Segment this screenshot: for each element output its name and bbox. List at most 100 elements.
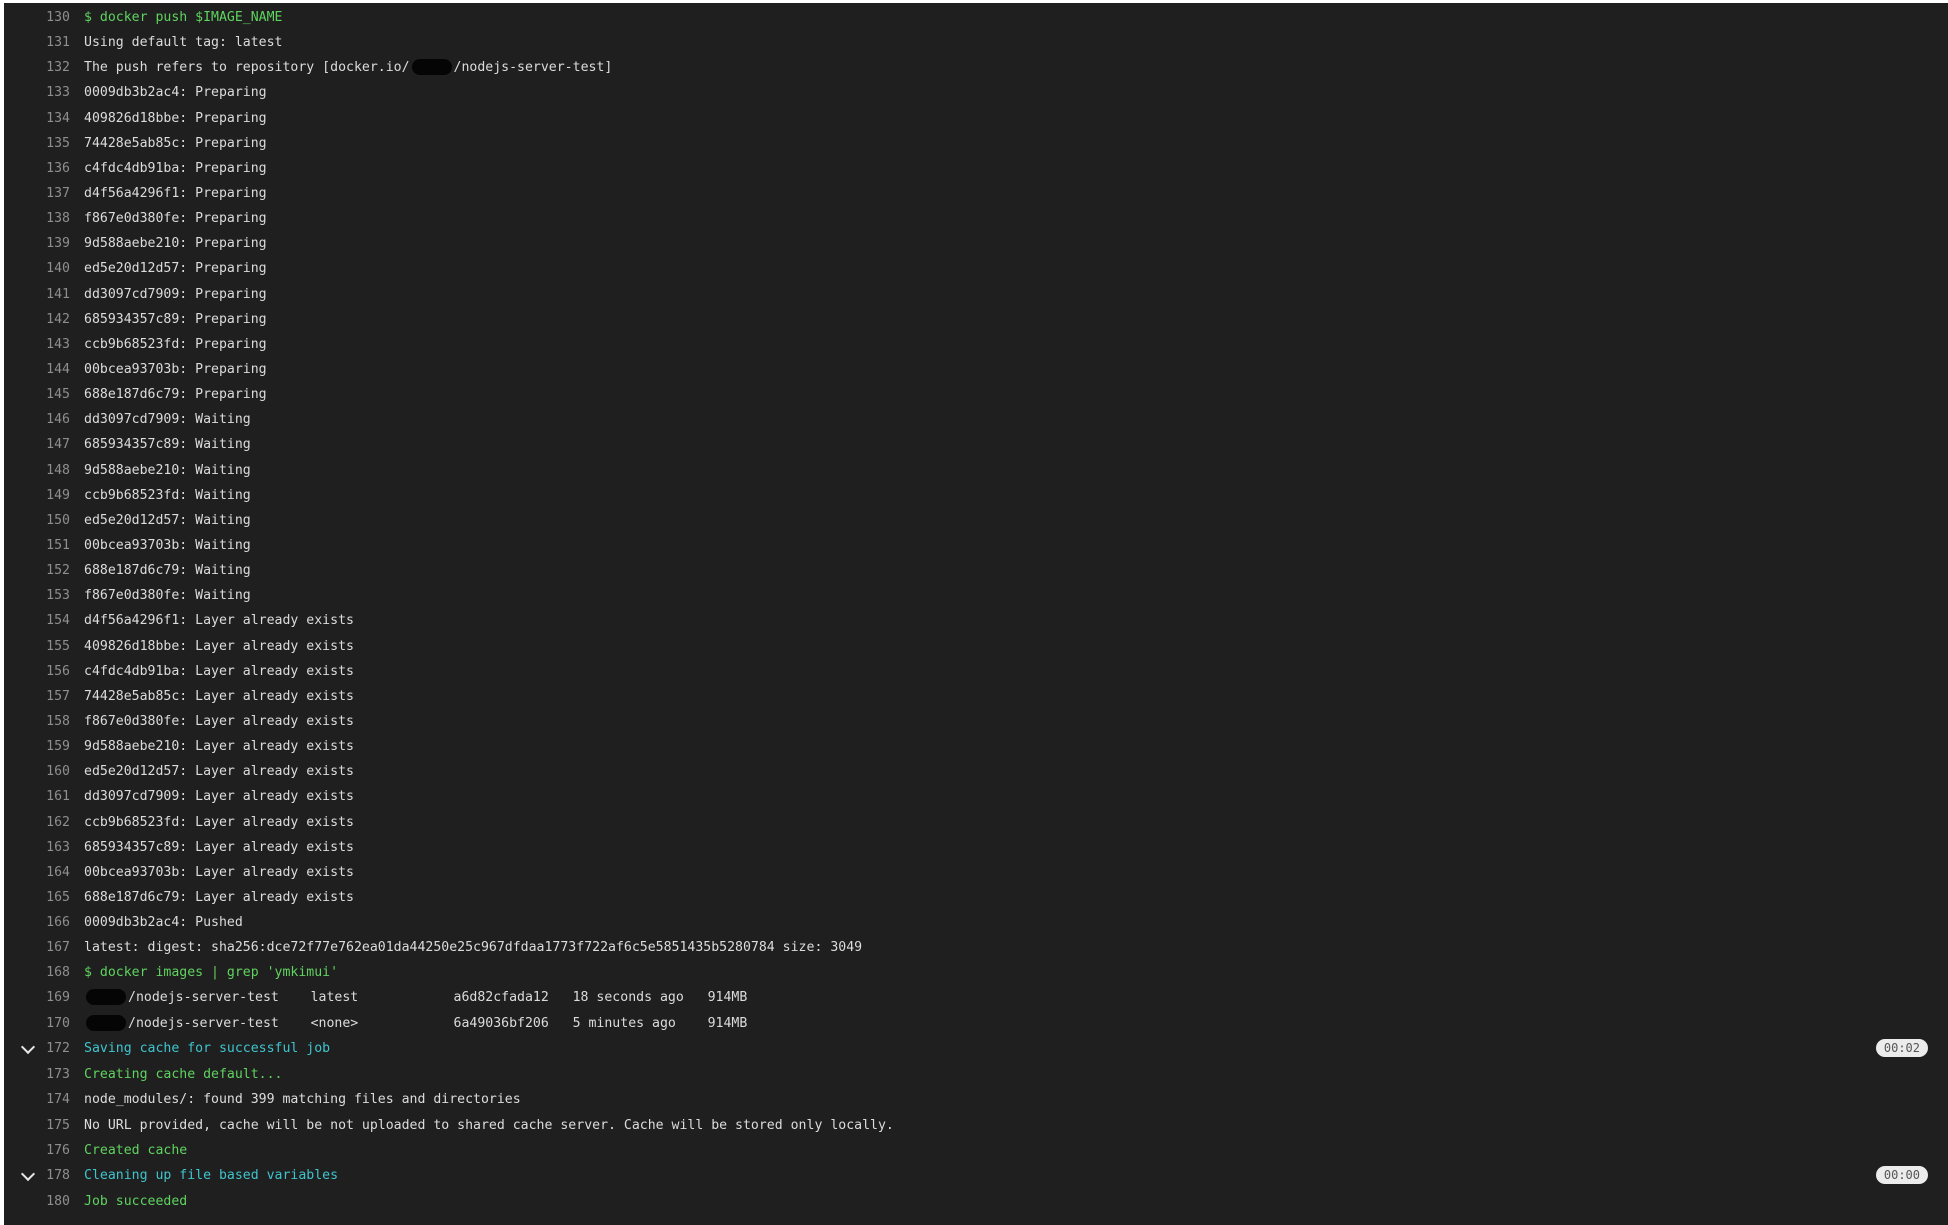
log-text-prefix: The push refers to repository [docker.io… <box>84 60 410 76</box>
line-number[interactable]: 168 <box>4 960 70 985</box>
line-number[interactable]: 150 <box>4 508 70 533</box>
log-line: 133 0009db3b2ac4: Preparing <box>4 80 1948 105</box>
line-number[interactable]: 139 <box>4 231 70 256</box>
log-line: 149 ccb9b68523fd: Waiting <box>4 483 1948 508</box>
log-line: 158 f867e0d380fe: Layer already exists <box>4 709 1948 734</box>
line-number[interactable]: 154 <box>4 608 70 633</box>
log-text: 688e187d6c79: Layer already exists <box>84 889 354 905</box>
line-number[interactable]: 173 <box>4 1062 70 1087</box>
line-number[interactable]: 170 <box>4 1011 70 1036</box>
log-text: f867e0d380fe: Waiting <box>84 588 251 604</box>
line-number[interactable]: 159 <box>4 734 70 759</box>
log-text: /nodejs-server-test <none> 6a49036bf206 … <box>84 1011 747 1036</box>
line-number[interactable]: 152 <box>4 558 70 583</box>
log-text: ed5e20d12d57: Layer already exists <box>84 764 354 780</box>
job-log: 130 $ docker push $IMAGE_NAME 131 Using def… <box>4 3 1948 1214</box>
chevron-down-icon[interactable] <box>19 1163 37 1190</box>
line-number[interactable]: 155 <box>4 634 70 659</box>
log-text: No URL provided, cache will be not uploa… <box>84 1117 894 1133</box>
line-number[interactable]: 163 <box>4 835 70 860</box>
line-number[interactable]: 172 <box>4 1036 70 1063</box>
log-line: 137 d4f56a4296f1: Preparing <box>4 181 1948 206</box>
log-text: 688e187d6c79: Preparing <box>84 387 267 403</box>
line-number[interactable]: 169 <box>4 985 70 1010</box>
line-number[interactable]: 133 <box>4 80 70 105</box>
line-number[interactable]: 161 <box>4 784 70 809</box>
log-line: 141 dd3097cd7909: Preparing <box>4 282 1948 307</box>
line-number[interactable]: 148 <box>4 458 70 483</box>
log-text: 00bcea93703b: Waiting <box>84 537 251 553</box>
line-number[interactable]: 143 <box>4 332 70 357</box>
log-text: ccb9b68523fd: Layer already exists <box>84 814 354 830</box>
log-text-suffix: /nodejs-server-test latest a6d82cfada12 … <box>128 990 748 1006</box>
line-number[interactable]: 175 <box>4 1113 70 1138</box>
line-number[interactable]: 134 <box>4 106 70 131</box>
log-line: 170/nodejs-server-test <none> 6a49036bf2… <box>4 1011 1948 1036</box>
log-text: d4f56a4296f1: Layer already exists <box>84 613 354 629</box>
line-number[interactable]: 141 <box>4 282 70 307</box>
line-number[interactable]: 178 <box>4 1163 70 1190</box>
log-text: f867e0d380fe: Preparing <box>84 211 267 227</box>
line-number[interactable]: 146 <box>4 407 70 432</box>
log-line: 151 00bcea93703b: Waiting <box>4 533 1948 558</box>
log-text: ccb9b68523fd: Waiting <box>84 487 251 503</box>
line-number[interactable]: 149 <box>4 483 70 508</box>
log-line: 138 f867e0d380fe: Preparing <box>4 206 1948 231</box>
log-text: $ docker images | grep 'ymkimui' <box>84 965 339 981</box>
line-number[interactable]: 162 <box>4 810 70 835</box>
line-number[interactable]: 142 <box>4 307 70 332</box>
log-text: dd3097cd7909: Layer already exists <box>84 789 354 805</box>
log-line: 142 685934357c89: Preparing <box>4 307 1948 332</box>
line-number[interactable]: 174 <box>4 1087 70 1112</box>
line-number[interactable]: 158 <box>4 709 70 734</box>
line-number[interactable]: 136 <box>4 156 70 181</box>
line-number[interactable]: 166 <box>4 910 70 935</box>
log-line: 165 688e187d6c79: Layer already exists <box>4 885 1948 910</box>
log-line: 135 74428e5ab85c: Preparing <box>4 131 1948 156</box>
line-number[interactable]: 135 <box>4 131 70 156</box>
log-text: 409826d18bbe: Layer already exists <box>84 638 354 654</box>
log-line: 160 ed5e20d12d57: Layer already exists <box>4 759 1948 784</box>
log-line: 176 Created cache <box>4 1138 1948 1163</box>
log-text-suffix: /nodejs-server-test <none> 6a49036bf206 … <box>128 1015 748 1031</box>
line-number[interactable]: 165 <box>4 885 70 910</box>
line-number[interactable]: 164 <box>4 860 70 885</box>
line-number[interactable]: 156 <box>4 659 70 684</box>
chevron-down-icon[interactable] <box>19 1036 37 1063</box>
log-text: The push refers to repository [docker.io… <box>84 55 612 80</box>
log-text: node_modules/: found 399 matching files … <box>84 1092 521 1108</box>
line-number[interactable]: 180 <box>4 1189 70 1214</box>
log-line: 144 00bcea93703b: Preparing <box>4 357 1948 382</box>
log-text: Using default tag: latest <box>84 35 283 51</box>
line-number[interactable]: 160 <box>4 759 70 784</box>
line-number[interactable]: 176 <box>4 1138 70 1163</box>
line-number[interactable]: 151 <box>4 533 70 558</box>
line-number[interactable]: 144 <box>4 357 70 382</box>
line-number[interactable]: 132 <box>4 55 70 80</box>
line-number[interactable]: 167 <box>4 935 70 960</box>
log-text: dd3097cd7909: Waiting <box>84 412 251 428</box>
log-text: f867e0d380fe: Layer already exists <box>84 713 354 729</box>
log-text: c4fdc4db91ba: Layer already exists <box>84 663 354 679</box>
log-text: 688e187d6c79: Waiting <box>84 563 251 579</box>
redaction-mark <box>411 59 452 76</box>
log-line: 159 9d588aebe210: Layer already exists <box>4 734 1948 759</box>
line-number[interactable]: 153 <box>4 583 70 608</box>
line-number[interactable]: 137 <box>4 181 70 206</box>
line-number[interactable]: 147 <box>4 432 70 457</box>
log-section-header[interactable]: 172 Saving cache for successful job 00:02 <box>4 1036 1948 1063</box>
log-line: 168 $ docker images | grep 'ymkimui' <box>4 960 1948 985</box>
line-number[interactable]: 157 <box>4 684 70 709</box>
log-section-header[interactable]: 178 Cleaning up file based variables 00:00 <box>4 1163 1948 1190</box>
line-number[interactable]: 138 <box>4 206 70 231</box>
log-line: 154 d4f56a4296f1: Layer already exists <box>4 608 1948 633</box>
line-number[interactable]: 140 <box>4 256 70 281</box>
line-number[interactable]: 131 <box>4 30 70 55</box>
log-line: 131 Using default tag: latest <box>4 30 1948 55</box>
log-line: 146 dd3097cd7909: Waiting <box>4 407 1948 432</box>
line-number[interactable]: 130 <box>4 5 70 30</box>
log-line: 175 No URL provided, cache will be not up… <box>4 1113 1948 1138</box>
line-number[interactable]: 145 <box>4 382 70 407</box>
log-line: 139 9d588aebe210: Preparing <box>4 231 1948 256</box>
log-line: 152 688e187d6c79: Waiting <box>4 558 1948 583</box>
